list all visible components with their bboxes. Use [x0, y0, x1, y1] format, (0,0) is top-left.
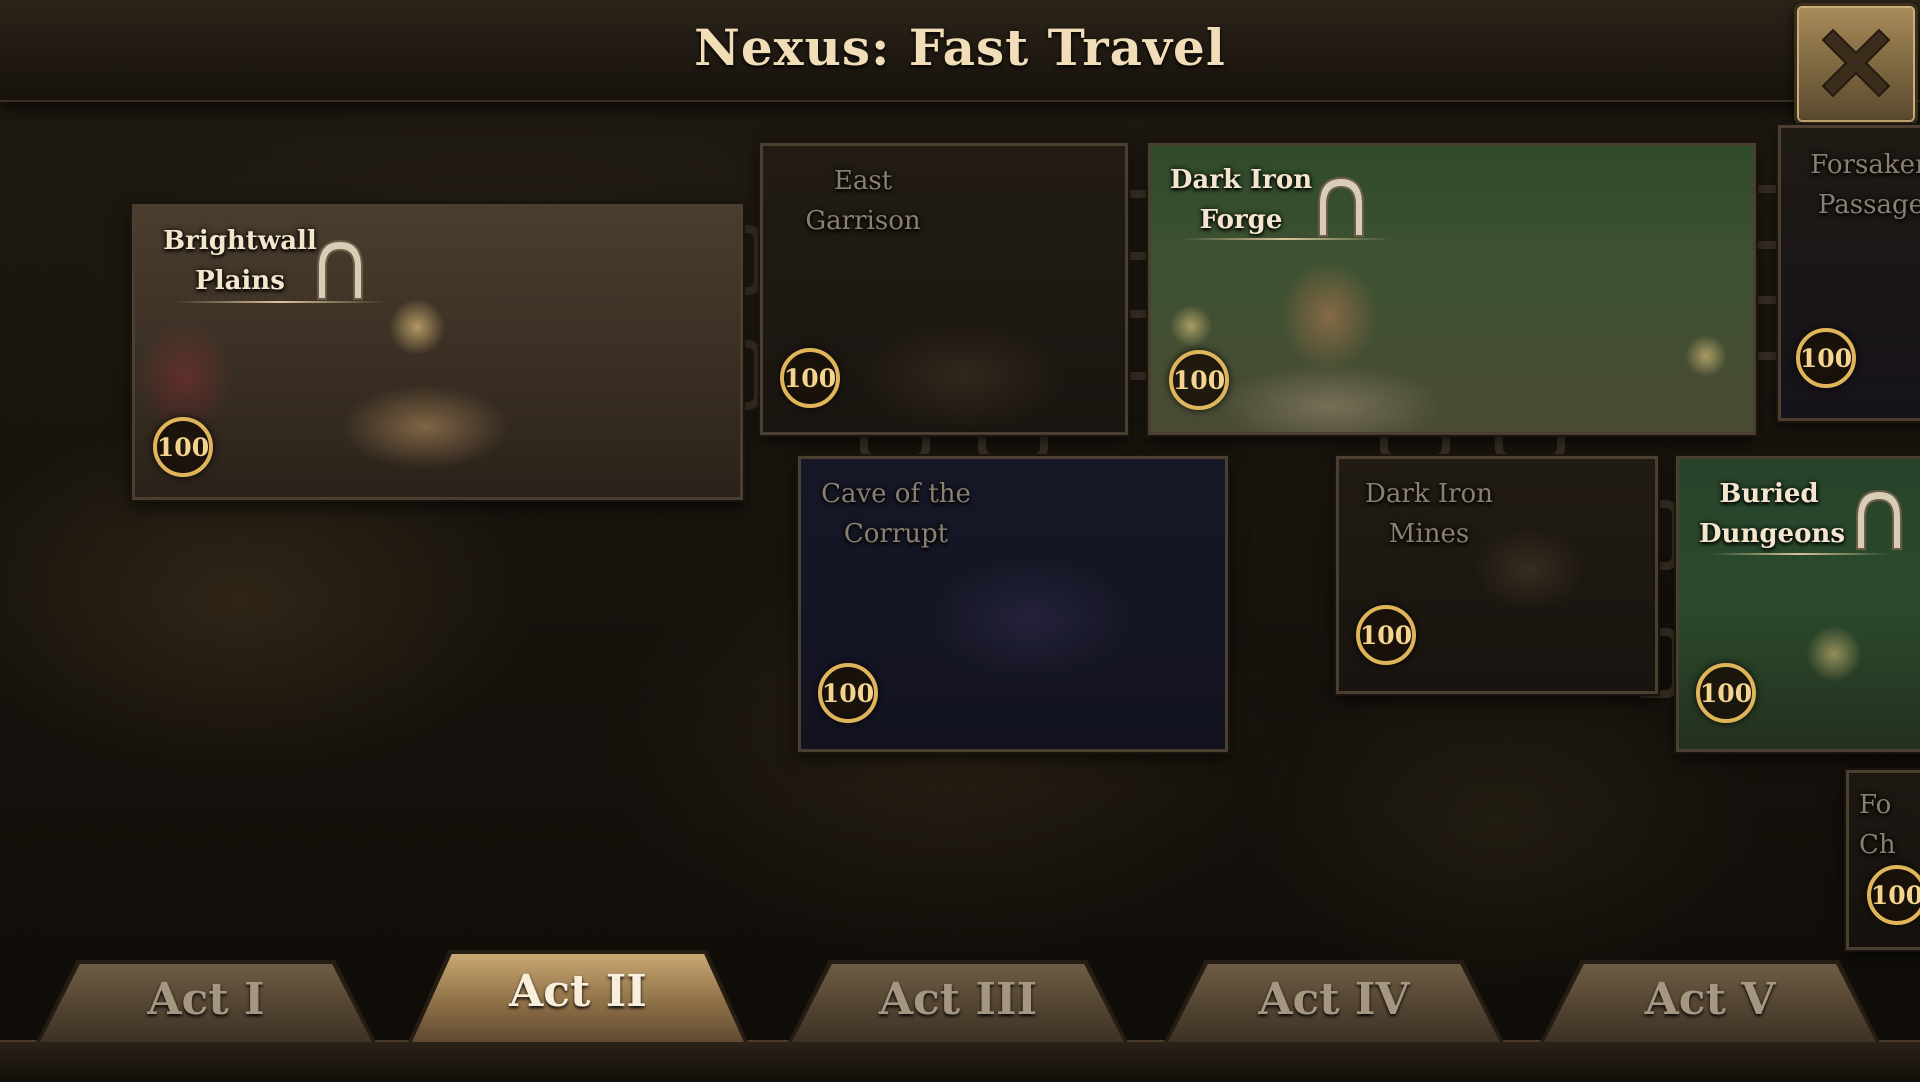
tab-label: Act V: [1644, 974, 1776, 1025]
level-badge: 100: [1696, 663, 1756, 723]
close-button[interactable]: [1794, 3, 1918, 125]
level-badge: 100: [1867, 865, 1920, 925]
location-name: East Garrison: [805, 166, 921, 236]
close-icon: [1821, 28, 1891, 98]
tab-label: Act III: [878, 974, 1038, 1025]
title-bar: Nexus: Fast Travel: [0, 0, 1920, 102]
tab-label: Act IV: [1258, 974, 1410, 1025]
tab-bar: [0, 1040, 1920, 1082]
location-tile-brightwall-plains[interactable]: Brightwall Plains 100: [132, 204, 743, 500]
tab-act-v[interactable]: Act V: [1540, 960, 1880, 1042]
tab-act-iv[interactable]: Act IV: [1164, 960, 1504, 1042]
level-badge: 100: [1356, 605, 1416, 665]
tab-act-iii[interactable]: Act III: [788, 960, 1128, 1042]
location-name: Dark Iron Mines: [1365, 479, 1493, 549]
tab-act-ii[interactable]: Act II: [408, 950, 748, 1042]
tab-label: Act II: [509, 966, 647, 1017]
location-tile-forsaken-passage[interactable]: Forsaken Passage 100: [1778, 125, 1920, 421]
location-tile-dark-iron-forge[interactable]: Dark Iron Forge 100: [1148, 143, 1756, 435]
location-name: Forsaken Passage: [1810, 150, 1920, 220]
location-tile-cave-of-the-corrupt[interactable]: Cave of the Corrupt 100: [798, 456, 1228, 752]
name-underline: [175, 301, 385, 303]
location-tile-dark-iron-mines[interactable]: Dark Iron Mines 100: [1336, 456, 1658, 694]
location-tile-buried-dungeons[interactable]: Buried Dungeons 100: [1676, 456, 1920, 752]
location-name: Brightwall Plains: [163, 226, 317, 296]
level-badge: 100: [818, 663, 878, 723]
location-tile-east-garrison[interactable]: East Garrison 100: [760, 143, 1128, 435]
portal-arch-icon: [1856, 489, 1902, 550]
level-badge: 100: [1169, 350, 1229, 410]
location-name: Buried Dungeons: [1699, 479, 1845, 549]
tab-label: Act I: [147, 974, 265, 1025]
portal-arch-icon: [317, 239, 363, 300]
level-badge: 100: [153, 417, 213, 477]
tab-act-i[interactable]: Act I: [36, 960, 376, 1042]
name-underline: [1181, 238, 1391, 240]
level-badge: 100: [1796, 328, 1856, 388]
level-badge: 100: [780, 348, 840, 408]
name-underline: [1709, 553, 1889, 555]
page-title: Nexus: Fast Travel: [694, 18, 1226, 77]
location-tile-partial[interactable]: Fo Ch 100: [1846, 770, 1920, 950]
location-name: Dark Iron Forge: [1169, 165, 1313, 235]
location-name: Fo Ch: [1859, 790, 1896, 860]
portal-arch-icon: [1318, 176, 1364, 237]
location-name: Cave of the Corrupt: [821, 479, 971, 549]
